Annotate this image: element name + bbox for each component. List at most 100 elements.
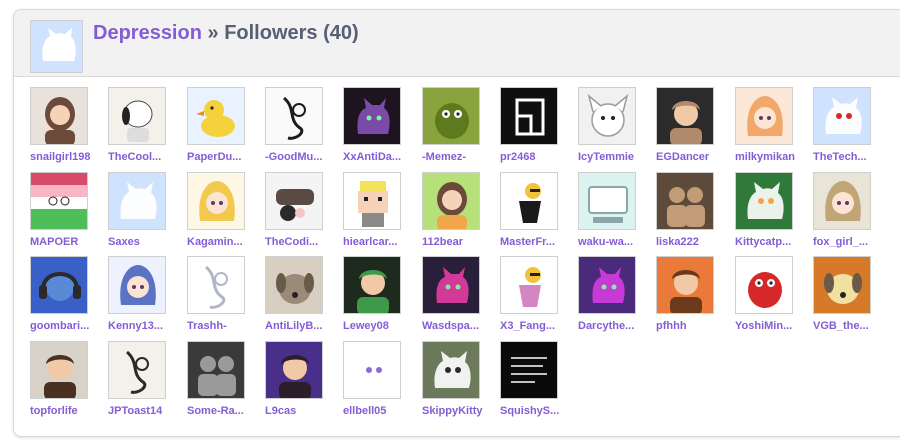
follower-username[interactable]: L9cas [265, 404, 339, 418]
follower-avatar[interactable] [500, 172, 558, 230]
follower-username[interactable]: Kenny13... [108, 319, 182, 333]
follower-avatar[interactable] [108, 172, 166, 230]
follower-avatar[interactable] [656, 256, 714, 314]
follower-card: milkymikan [735, 87, 807, 169]
owner-link[interactable]: Depression [93, 22, 202, 44]
follower-username[interactable]: Darcythe... [578, 319, 652, 333]
follower-avatar[interactable] [343, 341, 401, 399]
follower-avatar[interactable] [578, 87, 636, 145]
follower-avatar[interactable] [422, 87, 480, 145]
follower-username[interactable]: milkymikan [735, 150, 809, 164]
follower-username[interactable]: Kittycatp... [735, 235, 809, 249]
anime-icon [814, 173, 870, 229]
logo-icon [501, 88, 557, 144]
follower-avatar[interactable] [265, 256, 323, 314]
follower-avatar[interactable] [343, 172, 401, 230]
follower-username[interactable]: pfhhh [656, 319, 730, 333]
follower-username[interactable]: waku-wa... [578, 235, 652, 249]
follower-avatar[interactable] [500, 256, 558, 314]
follower-username[interactable]: AntiLilyB... [265, 319, 339, 333]
follower-username[interactable]: Trashh- [187, 319, 261, 333]
follower-avatar[interactable] [108, 341, 166, 399]
follower-username[interactable]: YoshiMin... [735, 319, 809, 333]
follower-avatar[interactable] [656, 87, 714, 145]
flag-icon [31, 173, 87, 229]
follower-username[interactable]: liska222 [656, 235, 730, 249]
follower-avatar[interactable] [735, 172, 793, 230]
follower-username[interactable]: Some-Ra... [187, 404, 261, 418]
owner-avatar[interactable] [30, 20, 83, 73]
follower-avatar[interactable] [265, 87, 323, 145]
follower-username[interactable]: snailgirl198 [30, 150, 104, 164]
pixel-icon [344, 173, 400, 229]
follower-username[interactable]: X3_Fang... [500, 319, 574, 333]
follower-avatar[interactable] [422, 256, 480, 314]
dog-icon [814, 257, 870, 313]
follower-avatar[interactable] [30, 172, 88, 230]
follower-username[interactable]: pr2468 [500, 150, 574, 164]
follower-username[interactable]: TheCodi... [265, 235, 339, 249]
follower-username[interactable]: ellbell05 [343, 404, 417, 418]
follower-avatar[interactable] [343, 256, 401, 314]
follower-username[interactable]: JPToast14 [108, 404, 182, 418]
follower-username[interactable]: hiearlcar... [343, 235, 417, 249]
follower-avatar[interactable] [187, 341, 245, 399]
follower-username[interactable]: EGDancer [656, 150, 730, 164]
follower-avatar[interactable] [656, 172, 714, 230]
follower-card: Trashh- [187, 256, 259, 338]
boy-icon [266, 342, 322, 398]
followers-grid: snailgirl198 TheCool... PaperDu... -Good… [30, 87, 890, 427]
follower-username[interactable]: PaperDu... [187, 150, 261, 164]
follower-avatar[interactable] [187, 172, 245, 230]
follower-username[interactable]: SkippyKitty [422, 404, 496, 418]
follower-username[interactable]: Saxes [108, 235, 182, 249]
follower-card: pfhhh [656, 256, 728, 338]
follower-avatar[interactable] [343, 87, 401, 145]
follower-card: PaperDu... [187, 87, 259, 169]
follower-avatar[interactable] [500, 87, 558, 145]
follower-avatar[interactable] [578, 256, 636, 314]
follower-card: waku-wa... [578, 172, 650, 254]
follower-avatar[interactable] [500, 341, 558, 399]
follower-username[interactable]: Kagamin... [187, 235, 261, 249]
follower-username[interactable]: topforlife [30, 404, 104, 418]
follower-username[interactable]: goombari... [30, 319, 104, 333]
follower-username[interactable]: Lewey08 [343, 319, 417, 333]
people-icon [188, 342, 244, 398]
follower-avatar[interactable] [578, 172, 636, 230]
follower-username[interactable]: TheCool... [108, 150, 182, 164]
cat-icon [109, 173, 165, 229]
follower-avatar[interactable] [813, 87, 871, 145]
follower-username[interactable]: VGB_the... [813, 319, 887, 333]
follower-avatar[interactable] [265, 172, 323, 230]
follower-username[interactable]: -GoodMu... [265, 150, 339, 164]
follower-username[interactable]: fox_girl_... [813, 235, 887, 249]
follower-avatar[interactable] [30, 87, 88, 145]
follower-username[interactable]: SquishyS... [500, 404, 574, 418]
follower-avatar[interactable] [422, 172, 480, 230]
follower-avatar[interactable] [187, 256, 245, 314]
follower-avatar[interactable] [187, 87, 245, 145]
follower-avatar[interactable] [735, 256, 793, 314]
follower-avatar[interactable] [30, 341, 88, 399]
follower-username[interactable]: 112bear [422, 235, 496, 249]
follower-username[interactable]: IcyTemmie [578, 150, 652, 164]
follower-username[interactable]: XxAntiDa... [343, 150, 417, 164]
sketch-icon [109, 342, 165, 398]
follower-avatar[interactable] [265, 341, 323, 399]
follower-avatar[interactable] [735, 87, 793, 145]
follower-avatar[interactable] [108, 256, 166, 314]
follower-username[interactable]: TheTech... [813, 150, 887, 164]
follower-avatar[interactable] [30, 256, 88, 314]
follower-card: TheCodi... [265, 172, 337, 254]
follower-avatar[interactable] [813, 172, 871, 230]
follower-username[interactable]: MasterFr... [500, 235, 574, 249]
follower-avatar[interactable] [108, 87, 166, 145]
boy-icon [657, 88, 713, 144]
follower-avatar[interactable] [813, 256, 871, 314]
follower-avatar[interactable] [422, 341, 480, 399]
follower-username[interactable]: MAPOER [30, 235, 104, 249]
follower-username[interactable]: -Memez- [422, 150, 496, 164]
figure-icon [501, 257, 557, 313]
follower-username[interactable]: Wasdspa... [422, 319, 496, 333]
